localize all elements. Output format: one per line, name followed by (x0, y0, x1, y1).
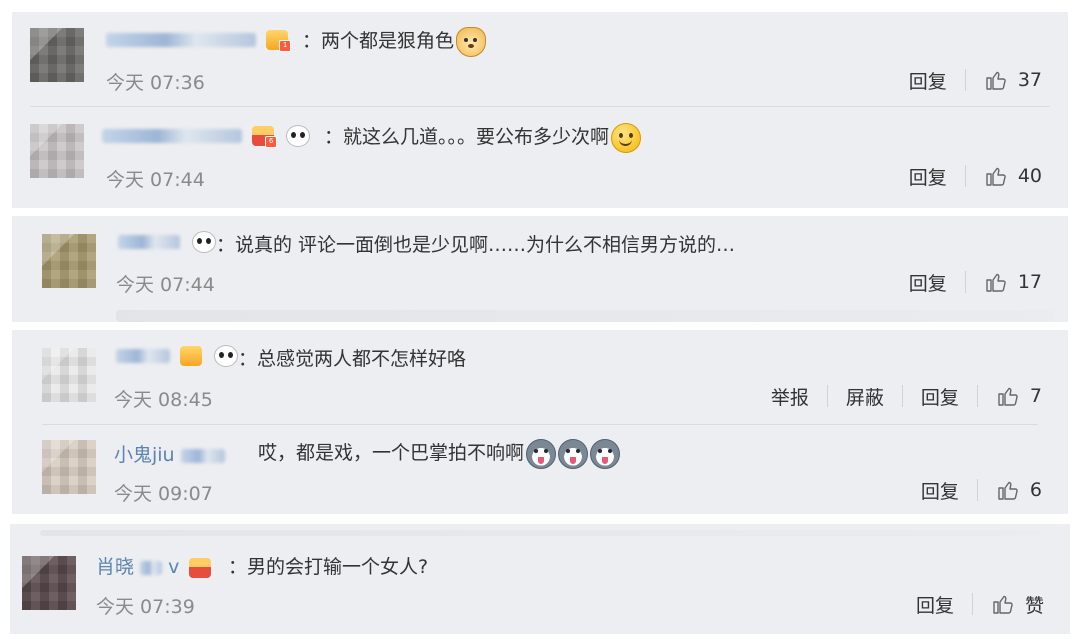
divider (964, 69, 966, 91)
comment-text: 哎，都是戏，一个巴掌拍不响啊 (258, 438, 621, 469)
avatar[interactable] (42, 234, 96, 288)
husky-emoji-icon (590, 438, 621, 469)
reply-button[interactable]: 回复 (909, 163, 947, 190)
divider (901, 385, 903, 407)
husky-emoji-icon (526, 438, 557, 469)
comment-text: ：男的会打输一个女人? (228, 556, 429, 578)
reply-button[interactable]: 回复 (921, 477, 959, 504)
comment-card-1: 1 ：两个都是狠角色 今天 07:36 回复 37 6 ：就这么几道。。。要公布… (12, 12, 1068, 208)
comment-actions: 回复 6 (921, 476, 1042, 504)
like-button[interactable]: 6 (996, 478, 1042, 502)
report-button[interactable]: 举报 (771, 383, 809, 410)
reply-button[interactable]: 回复 (909, 67, 947, 94)
like-count: 赞 (1024, 594, 1044, 617)
reply-button[interactable]: 回复 (921, 383, 959, 410)
divider (826, 385, 828, 407)
comment-text: ：说真的 评论一面倒也是少见啊……为什么不相信男方说的… (216, 234, 736, 256)
like-count: 40 (1017, 165, 1042, 187)
username[interactable]: 6 (102, 124, 311, 148)
comment-time: 今天 07:44 (116, 274, 215, 296)
comment-card-3: ：总感觉两人都不怎样好咯 今天 08:45 举报 屏蔽 回复 7 小鬼jiu 哎… (12, 330, 1068, 514)
avatar[interactable] (42, 440, 96, 494)
like-count: 7 (1029, 385, 1042, 407)
vip-badge-icon: 1 (266, 29, 292, 52)
like-count: 37 (1017, 69, 1042, 91)
divider (964, 165, 966, 187)
smile-emoji-icon (611, 122, 642, 153)
comment-actions: 回复 40 (909, 162, 1042, 190)
avatar[interactable] (30, 28, 84, 82)
vip-badge-icon (189, 557, 212, 578)
divider (116, 310, 1054, 322)
comment-time: 今天 08:45 (114, 389, 213, 411)
divider (976, 385, 978, 407)
comment-text: ：就这么几道。。。要公布多少次啊 (324, 122, 642, 153)
username[interactable]: 小鬼jiu (114, 440, 225, 467)
comment-card-2: ：说真的 评论一面倒也是少见啊……为什么不相信男方说的… 今天 07:44 回复… (12, 216, 1068, 322)
reply-button[interactable]: 回复 (909, 269, 947, 296)
avatar[interactable] (22, 556, 76, 610)
block-button[interactable]: 屏蔽 (846, 383, 884, 410)
comment-time: 今天 07:44 (106, 169, 205, 191)
thumbs-up-icon (998, 387, 1018, 406)
thumbs-up-icon (986, 71, 1006, 90)
divider (30, 106, 1050, 107)
panda-icon (214, 344, 239, 367)
avatar[interactable] (30, 124, 84, 178)
comment-actions: 回复 赞 (916, 590, 1044, 618)
thumbs-up-icon (986, 167, 1006, 186)
comment-text: ：两个都是狠角色 (302, 26, 487, 57)
divider (964, 271, 966, 293)
avatar[interactable] (42, 348, 96, 402)
like-count: 6 (1029, 479, 1042, 501)
like-button[interactable]: 40 (984, 164, 1042, 188)
comment-time: 今天 07:36 (106, 72, 205, 94)
dog-emoji-icon (456, 26, 487, 57)
username[interactable]: 肖晓 v (96, 552, 212, 579)
comment-time: 今天 09:07 (114, 483, 213, 505)
comment-actions: 举报 屏蔽 回复 7 (771, 382, 1042, 410)
divider (42, 424, 1038, 425)
thumbs-up-icon (986, 273, 1006, 292)
reply-button[interactable]: 回复 (916, 591, 954, 618)
thumbs-up-icon (998, 481, 1018, 500)
panda-icon (286, 124, 311, 147)
like-button[interactable]: 37 (984, 68, 1042, 92)
comment-time: 今天 07:39 (96, 596, 195, 618)
thumbs-up-icon (993, 595, 1013, 614)
divider (976, 479, 978, 501)
comment-actions: 回复 17 (909, 268, 1042, 296)
username[interactable] (116, 344, 239, 367)
comment-text: ：总感觉两人都不怎样好咯 (238, 348, 467, 370)
husky-emoji-icon (558, 438, 589, 469)
comment-actions: 回复 37 (909, 66, 1042, 94)
username[interactable]: 1 (106, 28, 292, 52)
like-button[interactable]: 赞 (991, 591, 1044, 618)
divider (40, 530, 1040, 536)
comment-card-4: 肖晓 v ：男的会打输一个女人? 今天 07:39 回复 赞 (10, 524, 1070, 634)
vip-badge-icon: 6 (252, 125, 278, 148)
divider (971, 593, 973, 615)
panda-icon (192, 230, 217, 253)
username[interactable] (118, 230, 217, 253)
like-count: 17 (1017, 271, 1042, 293)
like-button[interactable]: 7 (996, 384, 1042, 408)
like-button[interactable]: 17 (984, 270, 1042, 294)
vip-badge-icon (180, 345, 203, 366)
